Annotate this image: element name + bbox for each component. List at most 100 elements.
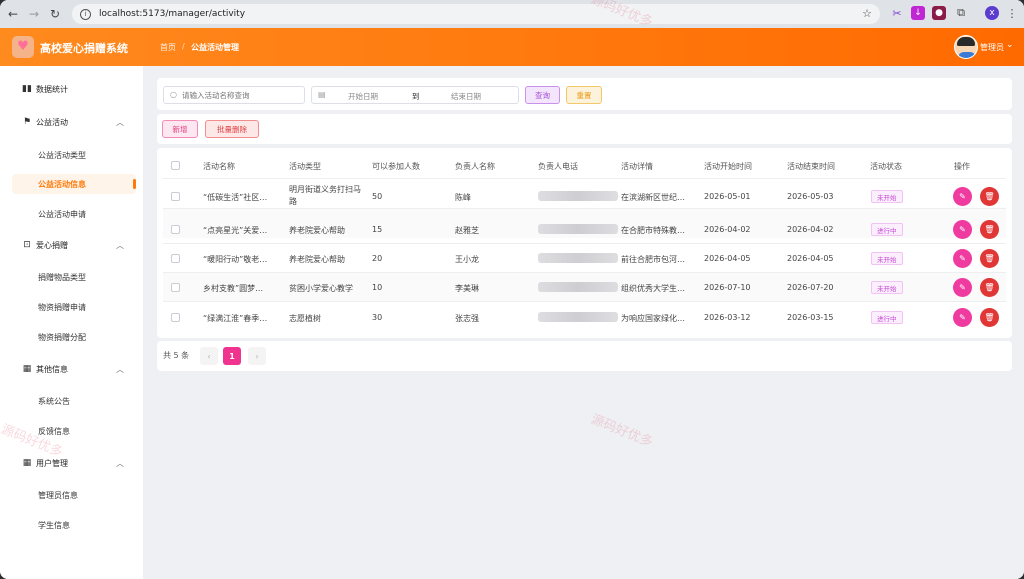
cell-details: 前往合肥市包河… [621,255,685,264]
pagination-card [157,341,1012,371]
cell-end: 2026-05-03 [787,192,834,201]
row-checkbox[interactable] [171,283,180,292]
next-page-button[interactable]: › [248,347,266,365]
edit-icon: ✎ [959,313,966,322]
back-button[interactable]: ← [5,6,21,22]
cell-start: 2026-04-02 [704,225,751,234]
batch-delete-button[interactable]: 批量删除 [205,120,259,138]
sidebar-item-activity-info[interactable]: 公益活动信息 [12,174,136,194]
sidebar-group-activity[interactable]: ⚑ 公益活动 ︿ [0,111,143,133]
calendar-icon: ▤ [318,90,326,99]
cell-capacity: 30 [372,313,383,322]
address-bar[interactable]: i localhost:5173/manager/activity ☆ [72,4,880,24]
url-text: localhost:5173/manager/activity [99,9,246,19]
add-button[interactable]: 新增 [162,120,198,138]
column-header-leader: 负责人名称 [455,162,495,171]
edit-button[interactable]: ✎ [953,187,972,206]
extension-download-icon[interactable]: ↓ [911,6,925,20]
row-checkbox[interactable] [171,313,180,322]
browser-toolbar: ← → ↻ i localhost:5173/manager/activity … [0,0,1024,28]
sidebar-item-goods-type[interactable]: 捐赠物品类型 [12,267,136,287]
date-range-picker[interactable]: ▤ 开始日期 到 结束日期 [311,86,519,104]
sidebar-item-activity-apply[interactable]: 公益活动申请 [12,204,136,224]
edit-button[interactable]: ✎ [953,220,972,239]
sidebar-item-donation-allocate[interactable]: 物资捐赠分配 [12,327,136,347]
cell-capacity: 50 [372,192,383,201]
trash-icon: 🗑 [984,225,995,234]
reload-button[interactable]: ↻ [47,6,63,22]
avatar[interactable] [954,35,978,59]
gift-icon: ⊡ [23,240,31,250]
sidebar-item-activity-type[interactable]: 公益活动类型 [12,145,136,165]
bookmark-star-icon[interactable]: ☆ [862,7,872,20]
grid-icon: ▦ [22,364,32,374]
profile-icon[interactable]: x [985,6,999,20]
edit-icon: ✎ [959,225,966,234]
prev-page-button[interactable]: ‹ [200,347,218,365]
status-badge: 未开始 [871,281,903,294]
cell-phone-redacted [538,253,618,263]
active-indicator [133,179,136,189]
sidebar-item-students[interactable]: 学生信息 [12,515,136,535]
extensions-puzzle-icon[interactable]: ⧉ [954,6,968,20]
heart-icon: ♥ [17,39,29,54]
cell-leader: 张志强 [455,314,479,323]
query-button[interactable]: 查询 [525,86,560,104]
sidebar-item-dashboard[interactable]: ▮▮ 数据统计 [0,78,143,100]
chevron-down-icon[interactable]: ⌄ [1006,40,1014,50]
row-checkbox[interactable] [171,192,180,201]
extension-shield-icon[interactable]: ● [932,6,946,20]
cell-type: 志愿植树 [289,314,321,323]
sidebar-group-users[interactable]: ▦ 用户管理 ︿ [0,452,143,474]
cell-end: 2026-03-15 [787,313,834,322]
trash-icon: 🗑 [984,192,995,201]
page-button-current[interactable]: 1 [223,347,241,365]
cell-end: 2026-07-20 [787,283,834,292]
cell-capacity: 15 [372,225,383,234]
trash-icon: 🗑 [984,313,995,322]
app-title: 高校爱心捐赠系统 [40,42,128,55]
reset-button[interactable]: 重置 [566,86,602,104]
cell-leader: 王小龙 [455,255,479,264]
delete-button[interactable]: 🗑 [980,249,999,268]
cell-end: 2026-04-05 [787,254,834,263]
sidebar-item-notice[interactable]: 系统公告 [12,391,136,411]
breadcrumb-home[interactable]: 首页 [160,42,176,53]
delete-button[interactable]: 🗑 [980,278,999,297]
start-date-input[interactable]: 开始日期 [348,91,378,102]
column-header-start: 活动开始时间 [704,162,752,171]
search-field[interactable]: ○ [163,86,305,104]
end-date-input[interactable]: 结束日期 [451,91,481,102]
sidebar-group-donation[interactable]: ⊡ 爱心捐赠 ︿ [0,234,143,256]
cell-end: 2026-04-02 [787,225,834,234]
user-name[interactable]: 管理员 [980,42,1004,53]
status-badge: 未开始 [871,190,903,203]
cell-type: 养老院爱心帮助 [289,226,345,235]
grid-icon: ▦ [22,458,32,468]
cell-capacity: 10 [372,283,383,292]
cell-details: 在滨湖新区世纪… [621,193,685,202]
select-all-checkbox[interactable] [171,161,180,170]
delete-button[interactable]: 🗑 [980,308,999,327]
sidebar-item-donation-apply[interactable]: 物资捐赠申请 [12,297,136,317]
date-range-separator: 到 [412,92,420,101]
edit-button[interactable]: ✎ [953,249,972,268]
browser-menu-icon[interactable]: ⋮ [1005,6,1019,20]
delete-button[interactable]: 🗑 [980,187,999,206]
status-badge: 进行中 [871,223,903,236]
row-checkbox[interactable] [171,254,180,263]
extension-scissors-icon[interactable]: ✂ [890,6,904,20]
breadcrumb-separator: / [182,42,185,51]
search-input[interactable] [182,89,302,102]
chevron-up-icon: ︿ [116,240,124,250]
delete-button[interactable]: 🗑 [980,220,999,239]
row-checkbox[interactable] [171,225,180,234]
edit-button[interactable]: ✎ [953,278,972,297]
site-info-icon[interactable]: i [80,8,91,20]
sidebar-group-other[interactable]: ▦ 其他信息 ︿ [0,358,143,380]
cell-start: 2026-07-10 [704,283,751,292]
forward-button[interactable]: → [26,6,42,22]
sidebar-item-admins[interactable]: 管理员信息 [12,485,136,505]
edit-button[interactable]: ✎ [953,308,972,327]
column-header-phone: 负责人电话 [538,162,578,171]
